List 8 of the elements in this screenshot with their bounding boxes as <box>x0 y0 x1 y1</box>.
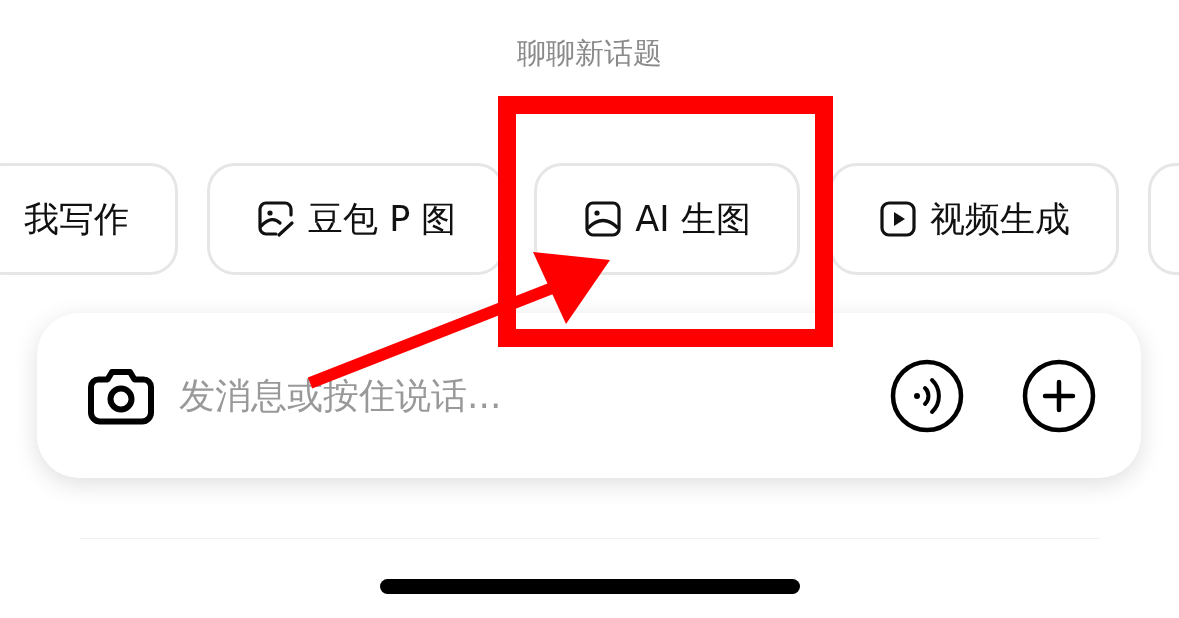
image-icon <box>583 199 624 239</box>
suggestion-chip[interactable]: 我写作 <box>0 163 178 275</box>
plus-icon[interactable] <box>1021 357 1097 434</box>
suggestion-chip[interactable]: AI 生图 <box>534 163 800 275</box>
section-heading: 聊聊新话题 <box>516 35 663 72</box>
image-edit-icon <box>256 199 296 239</box>
play-icon <box>877 199 918 239</box>
voice-icon[interactable] <box>889 357 965 434</box>
